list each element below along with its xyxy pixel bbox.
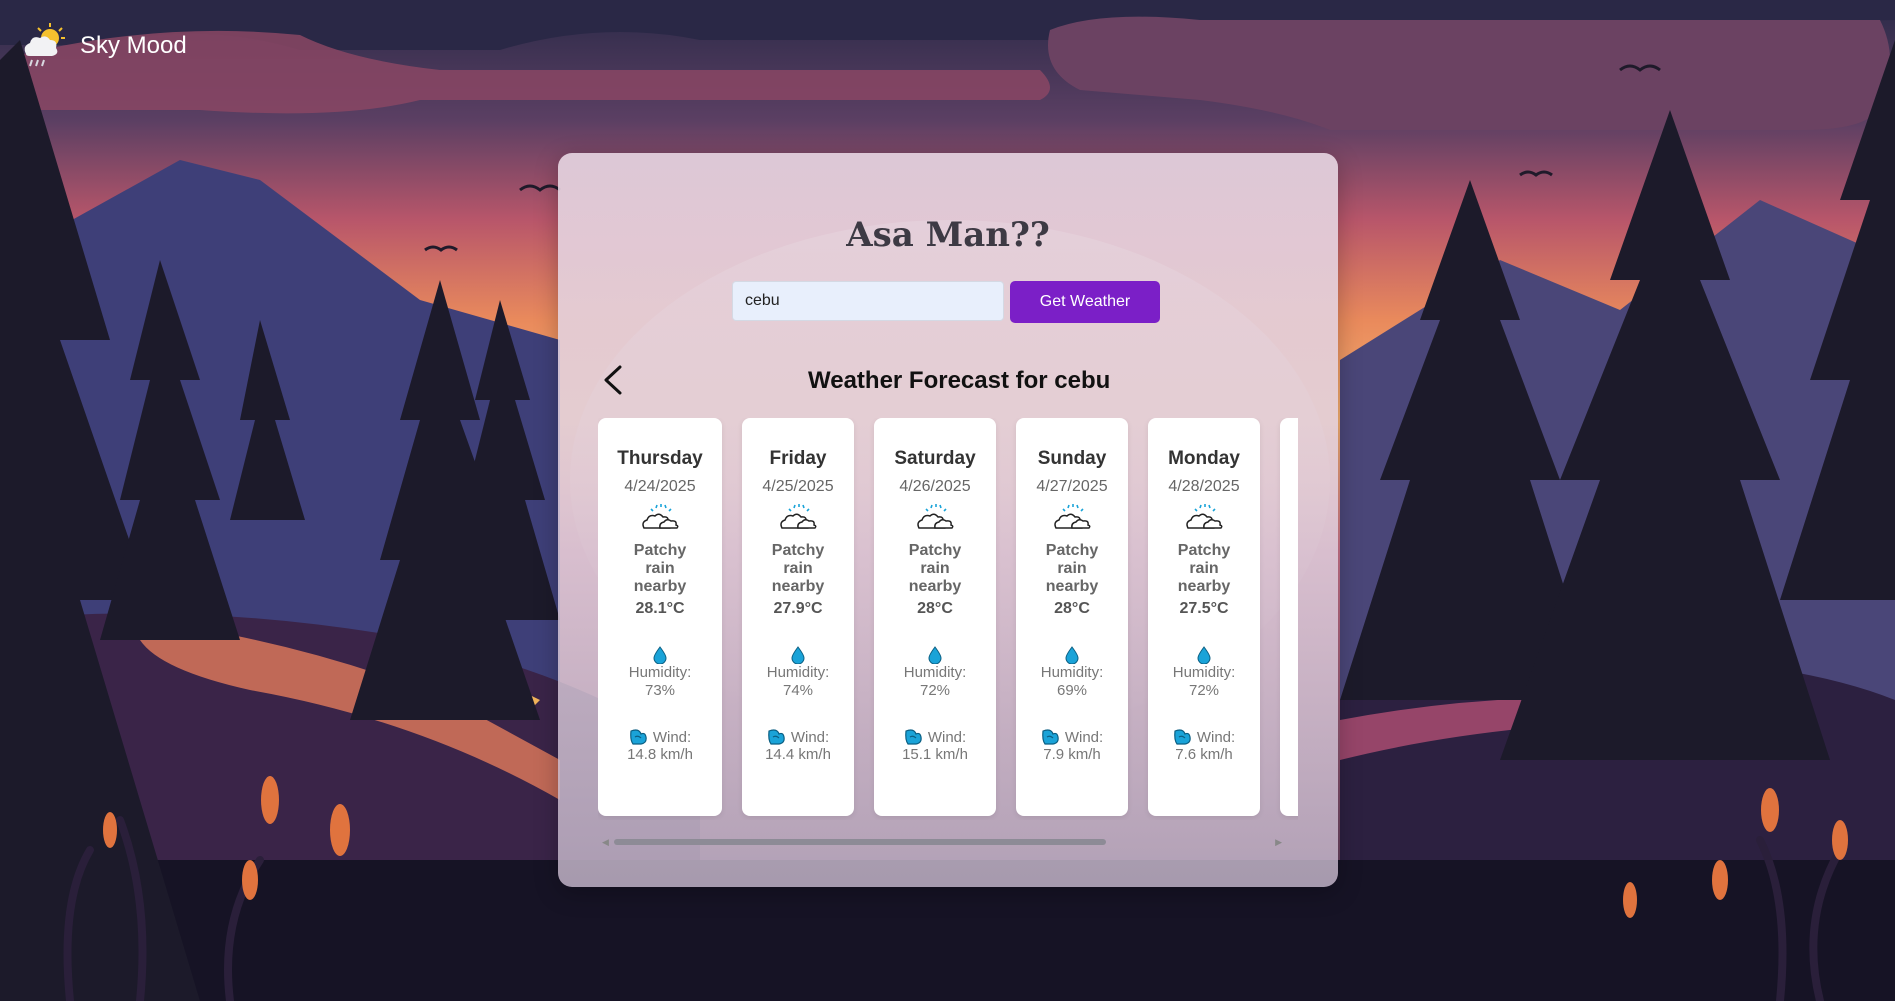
scroll-right-arrow-icon[interactable]: ▶: [1275, 837, 1282, 848]
forecast-condition: Patchy rain nearby: [771, 542, 825, 595]
app-brand[interactable]: Sky Mood: [18, 20, 187, 72]
humidity-label: Humidity:: [766, 664, 830, 681]
forecast-day: Thursday: [617, 448, 703, 469]
humidity-label: Humidity:: [628, 664, 692, 681]
humidity-value: 74%: [782, 682, 814, 699]
horizontal-scrollbar[interactable]: ◀ ▶: [602, 835, 1282, 847]
wind-value: 7.6 km/h: [1175, 746, 1233, 763]
wind-icon: [1173, 729, 1191, 745]
forecast-temperature: 28°C: [917, 600, 953, 617]
forecast-temperature: 27.9°C: [773, 600, 823, 617]
wind-row: Wind:: [1173, 728, 1235, 746]
water-drop-icon: [1065, 646, 1079, 664]
humidity-value: 72%: [1188, 682, 1220, 699]
wind-value: 14.4 km/h: [765, 746, 831, 763]
app-name: Sky Mood: [80, 32, 187, 59]
get-weather-button[interactable]: Get Weather: [1010, 281, 1160, 323]
forecast-day: Sunday: [1037, 448, 1107, 469]
forecast-date: 4/27/2025: [1036, 478, 1108, 495]
page-title: Asa Man??: [846, 215, 1050, 255]
forecast-date: 4/25/2025: [762, 478, 834, 495]
forecast-date: 4/24/2025: [624, 478, 696, 495]
forecast-date: 4/26/2025: [899, 478, 971, 495]
cloud-sun-rain-icon: [24, 23, 65, 67]
partly-cloudy-rain-icon: [1186, 504, 1223, 529]
forecast-condition: Patchy rain nearby: [1045, 542, 1099, 595]
forecast-day: Monday: [1168, 448, 1240, 469]
forecast-card: Monday 4/28/2025 Patchy rain nearby 27.5…: [1148, 418, 1260, 816]
water-drop-icon: [1197, 646, 1211, 664]
forecast-card: Thursday 4/24/2025 Patchy rain nearby 28…: [598, 418, 722, 816]
partly-cloudy-rain-icon: [780, 504, 817, 529]
forecast-temperature: 28.1°C: [635, 600, 685, 617]
water-drop-icon: [928, 646, 942, 664]
humidity-label: Humidity:: [903, 664, 967, 681]
forecast-title: Weather Forecast for cebu: [808, 367, 1111, 394]
forecast-carousel[interactable]: Thursday 4/24/2025 Patchy rain nearby 28…: [598, 418, 1298, 820]
forecast-condition: Patchy rain nearby: [908, 542, 962, 595]
forecast-condition: Patchy rain nearby: [1177, 542, 1231, 595]
wind-value: 15.1 km/h: [902, 746, 968, 763]
city-search-input[interactable]: [732, 281, 1004, 321]
forecast-card: Saturday 4/26/2025 Patchy rain nearby 28…: [874, 418, 996, 816]
humidity-label: Humidity:: [1172, 664, 1236, 681]
forecast-card: Friday 4/25/2025 Patchy rain nearby 27.9…: [742, 418, 854, 816]
wind-label: Wind:: [652, 728, 692, 746]
wind-value: 14.8 km/h: [627, 746, 693, 763]
water-drop-icon: [791, 646, 805, 664]
wind-row: Wind:: [904, 728, 966, 746]
wind-icon: [629, 729, 647, 745]
forecast-temperature: 27.5°C: [1179, 600, 1229, 617]
humidity-value: 69%: [1056, 682, 1088, 699]
wind-icon: [767, 729, 785, 745]
wind-icon: [904, 729, 922, 745]
forecast-day: Saturday: [894, 448, 976, 469]
wind-value: 7.9 km/h: [1043, 746, 1101, 763]
wind-label: Wind:: [1196, 728, 1236, 746]
partly-cloudy-rain-icon: [1054, 504, 1091, 529]
wind-row: Wind:: [1041, 728, 1103, 746]
wind-row: Wind:: [629, 728, 691, 746]
forecast-card: Sunday 4/27/2025 Patchy rain nearby 28°C…: [1016, 418, 1128, 816]
search-bar: Get Weather: [732, 281, 1160, 323]
weather-panel: Asa Man?? Get Weather Weather Forecast f…: [558, 153, 1338, 887]
wind-label: Wind:: [1064, 728, 1104, 746]
water-drop-icon: [653, 646, 667, 664]
chevron-left-icon[interactable]: [598, 363, 632, 397]
partly-cloudy-rain-icon: [642, 504, 679, 529]
wind-label: Wind:: [927, 728, 967, 746]
wind-row: Wind:: [767, 728, 829, 746]
wind-icon: [1041, 729, 1059, 745]
forecast-condition: Patchy rain nearby: [633, 542, 687, 595]
humidity-value: 73%: [644, 682, 676, 699]
forecast-date: 4/28/2025: [1168, 478, 1240, 495]
forecast-card: Tuesday 4/29/2025 Patchy rain nearby Hum…: [1280, 418, 1298, 816]
wind-label: Wind:: [790, 728, 830, 746]
scrollbar-thumb[interactable]: [614, 839, 1106, 845]
humidity-label: Humidity:: [1040, 664, 1104, 681]
partly-cloudy-rain-icon: [917, 504, 954, 529]
forecast-temperature: 28°C: [1054, 600, 1090, 617]
scroll-left-arrow-icon[interactable]: ◀: [602, 837, 609, 848]
forecast-day: Friday: [769, 448, 827, 469]
humidity-value: 72%: [919, 682, 951, 699]
